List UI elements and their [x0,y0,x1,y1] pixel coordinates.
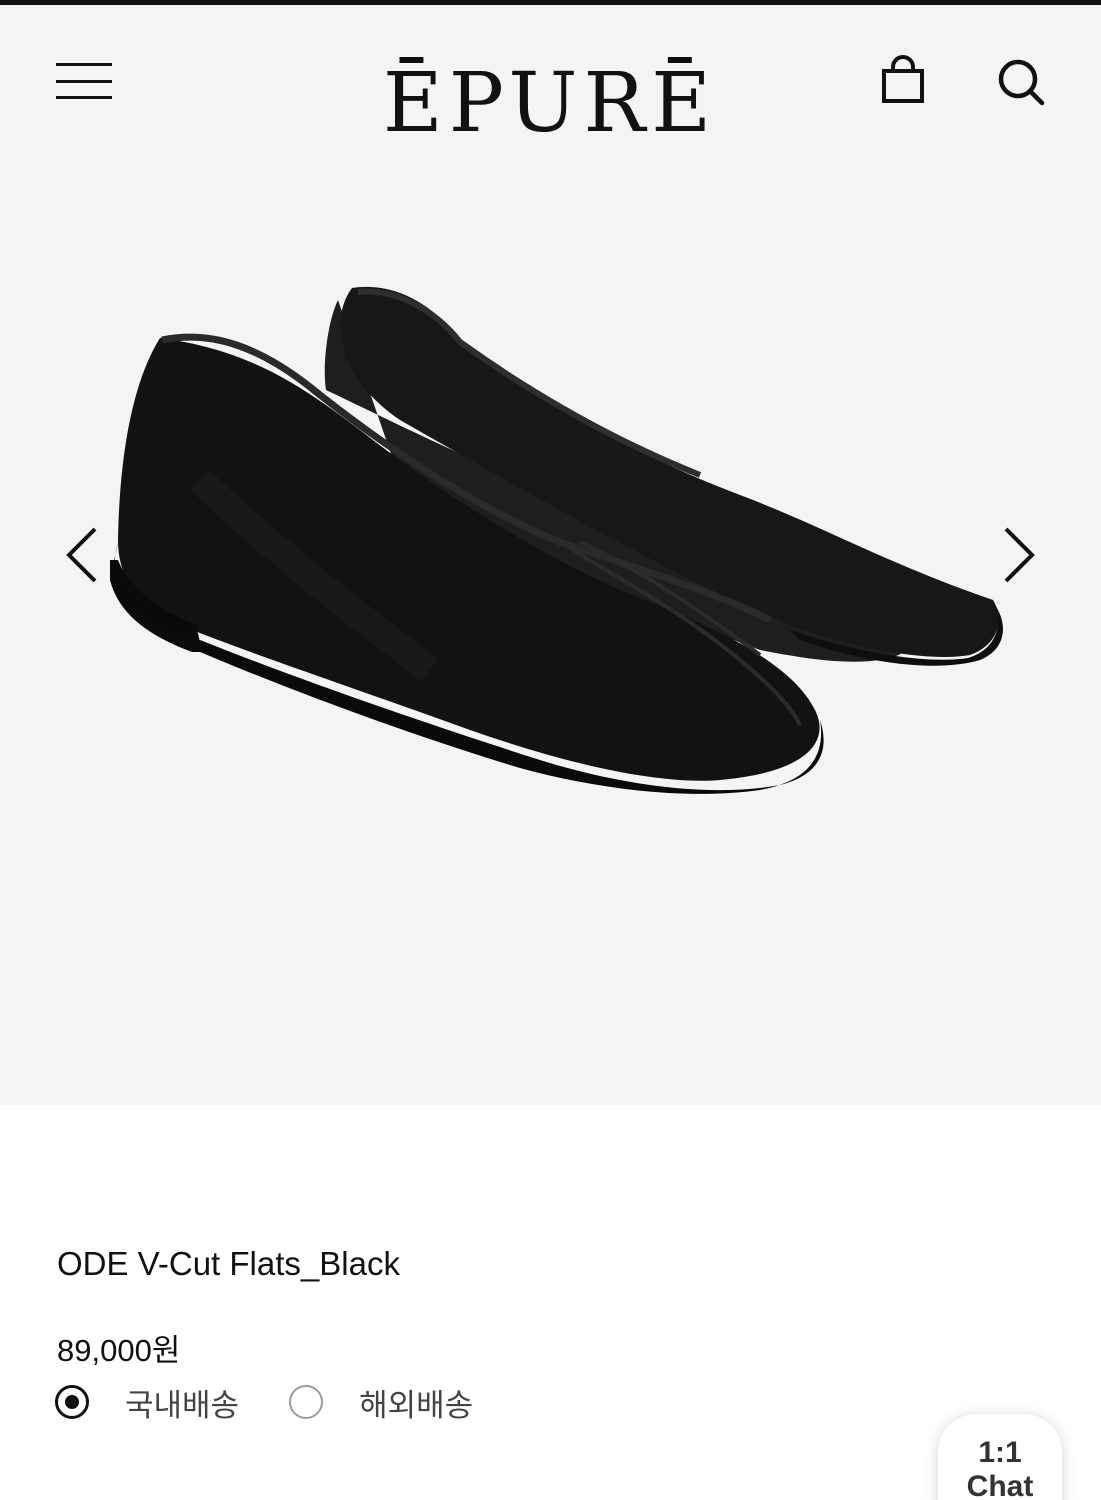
brand-logo[interactable]: ĒPURĒ [350,53,750,153]
shipping-option-international[interactable]: 해외배송 [289,1380,473,1425]
chevron-left-icon [66,527,97,583]
hamburger-menu-icon-line [56,96,112,99]
radio-selected-icon[interactable] [55,1385,89,1419]
site-header: ĒPURĒ [0,5,1101,165]
chat-button-line1: 1:1 [978,1436,1022,1469]
search-button[interactable] [992,53,1052,113]
search-icon [998,59,1045,106]
shipping-option-label: 국내배송 [125,1387,240,1423]
shopping-bag-icon [882,55,924,103]
chevron-right-icon [1004,527,1035,583]
product-page: ĒPURĒ ODE V-Cut Flats_Black 89,000원 국내배송… [0,0,1101,1500]
product-image [110,286,1003,794]
chat-button-line2: Chat [966,1470,1034,1500]
shipping-options: 국내배송 해외배송 [55,1380,523,1424]
hamburger-menu-icon-line [56,80,112,83]
radio-unselected-icon[interactable] [289,1385,324,1419]
product-title: ODE V-Cut Flats_Black [57,1245,400,1282]
cart-button[interactable] [875,53,931,109]
previous-image-button[interactable] [55,515,115,595]
shipping-option-domestic[interactable]: 국내배송 [55,1380,239,1425]
shipping-option-label: 해외배송 [359,1387,474,1423]
menu-button[interactable] [52,55,116,105]
chat-button[interactable]: 1:1 Chat [938,1414,1062,1500]
next-image-button[interactable] [988,515,1048,595]
product-price: 89,000원 [57,1333,181,1368]
hamburger-menu-icon [56,63,112,66]
